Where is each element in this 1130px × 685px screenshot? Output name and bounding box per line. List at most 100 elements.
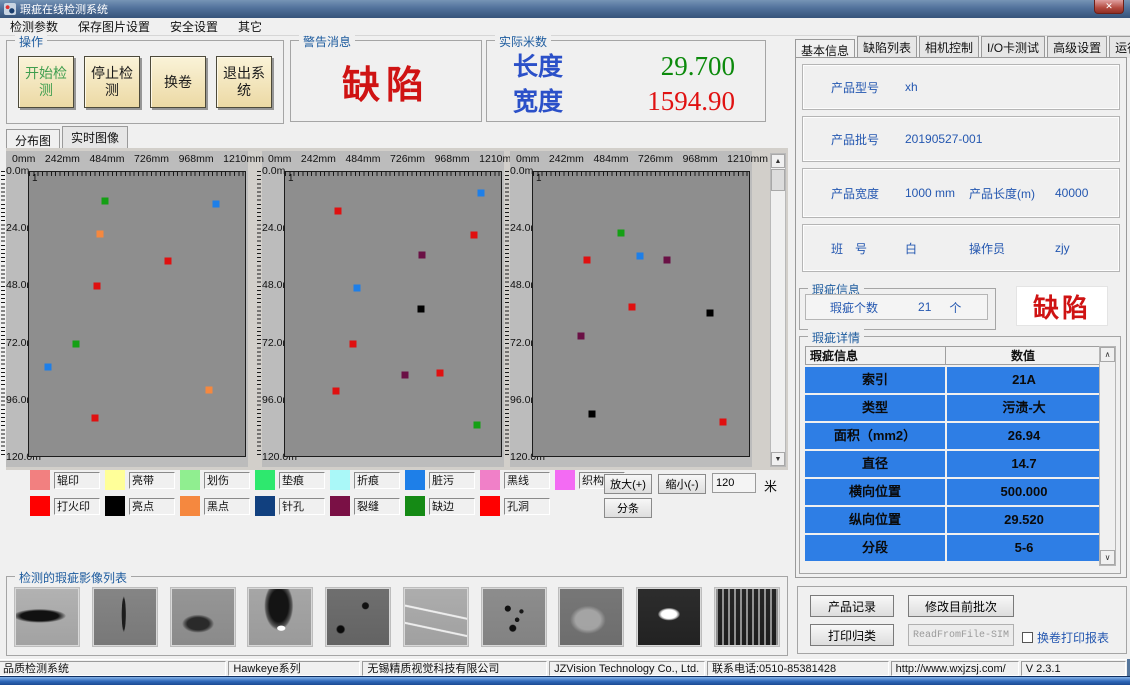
table-cell: 5-6 <box>947 535 1101 561</box>
defect-point-red <box>350 340 357 347</box>
operation-buttons: 开始检测停止检测换卷退出系统 <box>7 41 283 123</box>
defect-thumbnail-3[interactable] <box>171 588 235 646</box>
info-field-box-4: 班 号白操作员zjy <box>802 224 1120 272</box>
y-tick-label: 24.0m <box>262 222 283 234</box>
warning-group-label: 警告消息 <box>299 33 355 50</box>
tab-实时图像[interactable]: 实时图像 <box>62 126 128 148</box>
defect-thumbnail-9[interactable] <box>637 588 701 646</box>
tab-相机控制[interactable]: 相机控制 <box>919 36 979 58</box>
x-axis-labels: 0mm242mm484mm726mm968mm1210mm <box>12 153 264 167</box>
table-row[interactable]: 直径14.7 <box>805 451 1101 477</box>
table-row[interactable]: 索引21A <box>805 367 1101 393</box>
close-button[interactable]: ✕ <box>1094 0 1124 14</box>
tab-I/O卡测试[interactable]: I/O卡测试 <box>981 36 1045 58</box>
tab-高级设置[interactable]: 高级设置 <box>1047 36 1107 58</box>
table-scroll-down-icon[interactable]: ∨ <box>1100 550 1115 565</box>
windows-taskbar[interactable] <box>0 676 1130 685</box>
defect-point-black <box>589 411 596 418</box>
defect-point-purple <box>664 257 671 264</box>
view-tabs: 分布图实时图像 <box>6 128 130 148</box>
table-row[interactable]: 横向位置500.000 <box>805 479 1101 505</box>
flaw-count-unit: 个 <box>949 299 961 316</box>
op-button-开始检测[interactable]: 开始检测 <box>18 56 74 108</box>
legend-label: 垫痕 <box>279 472 325 489</box>
defect-thumbnail-1[interactable] <box>15 588 79 646</box>
tab-分布图[interactable]: 分布图 <box>6 129 60 149</box>
tab-基本信息[interactable]: 基本信息 <box>795 39 855 59</box>
defect-point-purple <box>419 252 426 259</box>
flaw-detail-table: 瑕疵信息数值索引21A类型污渍-大面积（mm2）26.94直径14.7横向位置5… <box>805 346 1101 561</box>
y-tick-label: 0.0m <box>510 165 531 177</box>
x-tick-label: 968mm <box>435 153 470 167</box>
flaw-summary-group: 瑕疵信息 瑕疵个数 21 个 <box>799 288 996 330</box>
table-cell: 横向位置 <box>805 479 945 505</box>
defect-thumbnail-5[interactable] <box>326 588 390 646</box>
table-header-cell: 数值 <box>946 347 1100 365</box>
table-header-cell: 瑕疵信息 <box>806 347 946 365</box>
meter-row-长度: 长度29.700 <box>513 47 735 82</box>
defect-thumbnail-10[interactable] <box>715 588 779 646</box>
table-scroll-up-icon[interactable]: ∧ <box>1100 347 1115 362</box>
product-record-button[interactable]: 产品记录 <box>810 595 894 617</box>
plots-scrollbar[interactable]: ▲ ▼ <box>770 153 786 467</box>
legend-label: 针孔 <box>279 498 325 515</box>
table-row[interactable]: 纵向位置29.520 <box>805 507 1101 533</box>
print-on-rollchange-checkbox[interactable]: 换卷打印报表 <box>1022 629 1109 646</box>
window-title: 瑕疵在线检测系统 <box>20 1 108 17</box>
scroll-up-icon[interactable]: ▲ <box>771 154 785 168</box>
split-button[interactable]: 分条 <box>604 498 652 518</box>
zoom-in-button[interactable]: 放大(+) <box>604 474 652 494</box>
defect-point-red <box>436 369 443 376</box>
status-segment-6: http://www.wxjzsj.com/ <box>891 661 1019 676</box>
defect-thumbnail-2[interactable] <box>93 588 157 646</box>
scroll-down-icon[interactable]: ▼ <box>771 452 785 466</box>
table-row[interactable]: 类型污渍-大 <box>805 395 1101 421</box>
defect-thumbnail-8[interactable] <box>559 588 623 646</box>
defect-point-red <box>720 419 727 426</box>
checkbox-icon[interactable] <box>1022 632 1033 643</box>
status-segment-7: V 2.3.1 <box>1021 661 1126 676</box>
defect-thumbnail-6[interactable] <box>404 588 468 646</box>
op-button-停止检测[interactable]: 停止检测 <box>84 56 140 108</box>
menu-item-保存图片设置[interactable]: 保存图片设置 <box>68 18 160 36</box>
legend-swatch <box>480 470 500 490</box>
app-window: 瑕疵在线检测系统 ✕ 检测参数保存图片设置安全设置其它 操作 开始检测停止检测换… <box>0 0 1130 676</box>
scroll-thumb[interactable] <box>771 169 785 191</box>
zoom-range-input[interactable] <box>712 473 756 493</box>
field-label: 产品长度(m) <box>969 185 1055 202</box>
table-scrollbar[interactable]: ∧ ∨ <box>1099 346 1116 566</box>
table-cell: 14.7 <box>947 451 1101 477</box>
table-row[interactable]: 面积（mm2）26.94 <box>805 423 1101 449</box>
flaw-count-label: 瑕疵个数 <box>830 299 878 316</box>
table-cell: 26.94 <box>947 423 1101 449</box>
defect-thumbnail-4[interactable] <box>248 588 312 646</box>
plot-index-label: 1 <box>288 173 294 184</box>
y-tick-label: 120.0m <box>510 451 531 463</box>
defect-point-orange <box>205 387 212 394</box>
plot-area[interactable]: 1 <box>532 171 750 457</box>
tab-缺陷列表[interactable]: 缺陷列表 <box>857 36 917 58</box>
legend-item-黑点: 黑点 <box>180 496 255 516</box>
plot-area[interactable]: 1 <box>28 171 246 457</box>
y-tick-label: 72.0m <box>262 337 283 349</box>
op-button-退出系统[interactable]: 退出系统 <box>216 56 272 108</box>
op-button-换卷[interactable]: 换卷 <box>150 56 206 108</box>
legend-item-划伤: 划伤 <box>180 470 255 490</box>
table-row[interactable]: 分段5-6 <box>805 535 1101 561</box>
print-classify-button[interactable]: 打印归类 <box>810 624 894 646</box>
y-tick-label: 96.0m <box>6 394 27 406</box>
defect-thumbnail-7[interactable] <box>482 588 546 646</box>
legend-item-脏污: 脏污 <box>405 470 480 490</box>
menu-item-其它[interactable]: 其它 <box>228 18 272 36</box>
zoom-out-button[interactable]: 缩小(-) <box>658 474 706 494</box>
plot-area[interactable]: 1 <box>284 171 502 457</box>
y-tick-label: 0.0m <box>262 165 283 177</box>
table-cell: 索引 <box>805 367 945 393</box>
modify-batch-button[interactable]: 修改目前批次 <box>908 595 1014 617</box>
y-tick-label: 0.0m <box>6 165 27 177</box>
defect-point-black <box>418 306 425 313</box>
y-axis-ticks <box>257 171 261 457</box>
legend-label: 黑点 <box>204 498 250 515</box>
tab-运行状态信息[interactable]: 运行状态信息 <box>1109 36 1130 58</box>
menu-item-安全设置[interactable]: 安全设置 <box>160 18 228 36</box>
